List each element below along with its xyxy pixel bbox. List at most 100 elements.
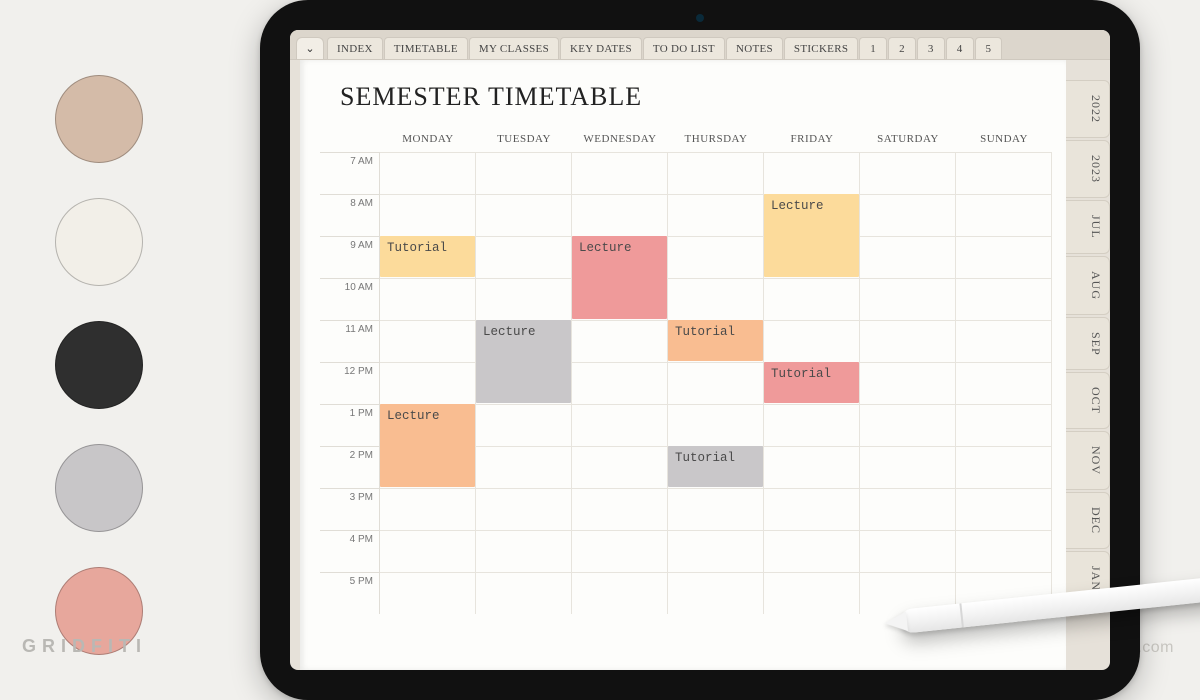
timetable-cell[interactable] [860, 488, 956, 530]
timetable-cell[interactable] [380, 152, 476, 194]
timetable-event[interactable]: Tutorial [668, 320, 763, 361]
timetable-cell[interactable] [476, 530, 572, 572]
swatch-1[interactable] [55, 75, 143, 163]
tab-to-do-list[interactable]: TO DO LIST [643, 37, 725, 59]
timetable-cell[interactable] [476, 152, 572, 194]
timetable-cell[interactable] [860, 404, 956, 446]
timetable-grid[interactable]: 7 AM8 AM9 AM10 AM11 AM12 PM1 PM2 PM3 PM4… [320, 152, 1052, 614]
timetable-cell[interactable] [668, 278, 764, 320]
tab-num-4[interactable]: 4 [946, 37, 974, 59]
chevron-down-icon[interactable]: ⌄ [296, 37, 324, 59]
timetable-cell[interactable] [572, 572, 668, 614]
tab-num-3[interactable]: 3 [917, 37, 945, 59]
timetable-cell[interactable] [860, 446, 956, 488]
color-swatch-list [55, 75, 143, 655]
timetable-event[interactable]: Lecture [572, 236, 667, 319]
timetable-event[interactable]: Tutorial [668, 446, 763, 487]
tab-stickers[interactable]: STICKERS [784, 37, 858, 59]
timetable-cell[interactable] [572, 362, 668, 404]
timetable-cell[interactable] [572, 152, 668, 194]
timetable-cell[interactable] [476, 572, 572, 614]
timetable-cell[interactable] [860, 530, 956, 572]
timetable-cell[interactable] [668, 362, 764, 404]
timetable-cell[interactable] [476, 236, 572, 278]
timetable-cell[interactable] [380, 362, 476, 404]
timetable-cell[interactable] [476, 194, 572, 236]
tab-num-5[interactable]: 5 [975, 37, 1003, 59]
watermark-brand: GRIDFITI [22, 636, 147, 657]
timetable-cell[interactable] [764, 320, 860, 362]
side-tab-dec[interactable]: DEC [1066, 492, 1110, 549]
tab-num-1[interactable]: 1 [859, 37, 887, 59]
side-tab-nov[interactable]: NOV [1066, 431, 1110, 490]
side-tab-oct[interactable]: OCT [1066, 372, 1110, 429]
timetable-event[interactable]: Tutorial [764, 362, 859, 403]
timetable-cell[interactable] [380, 572, 476, 614]
timetable-cell[interactable] [668, 152, 764, 194]
timetable-event[interactable]: Lecture [764, 194, 859, 277]
timetable-cell[interactable] [956, 236, 1052, 278]
side-tab-jul[interactable]: JUL [1066, 200, 1110, 254]
tab-timetable[interactable]: TIMETABLE [384, 37, 468, 59]
timetable-cell[interactable] [860, 236, 956, 278]
timetable-cell[interactable] [668, 572, 764, 614]
timetable-cell[interactable] [956, 278, 1052, 320]
timetable-cell[interactable] [860, 194, 956, 236]
timetable-cell[interactable] [860, 320, 956, 362]
timetable-cell[interactable] [956, 362, 1052, 404]
timetable-cell[interactable] [860, 152, 956, 194]
timetable-cell[interactable] [572, 404, 668, 446]
timetable-cell[interactable] [380, 320, 476, 362]
timetable-cell[interactable] [476, 278, 572, 320]
timetable-cell[interactable] [380, 488, 476, 530]
timetable-cell[interactable] [956, 152, 1052, 194]
timetable-cell[interactable] [668, 236, 764, 278]
swatch-4[interactable] [55, 444, 143, 532]
tab-index[interactable]: INDEX [327, 37, 383, 59]
swatch-3[interactable] [55, 321, 143, 409]
timetable-cell[interactable] [572, 446, 668, 488]
swatch-2[interactable] [55, 198, 143, 286]
timetable-cell[interactable] [476, 488, 572, 530]
timetable-cell[interactable] [956, 194, 1052, 236]
tab-key-dates[interactable]: KEY DATES [560, 37, 642, 59]
tab-notes[interactable]: NOTES [726, 37, 783, 59]
side-tab-2023[interactable]: 2023 [1066, 140, 1110, 198]
timetable-cell[interactable] [956, 404, 1052, 446]
timetable-cell[interactable] [476, 404, 572, 446]
tab-num-2[interactable]: 2 [888, 37, 916, 59]
side-tab-aug[interactable]: AUG [1066, 256, 1110, 315]
timetable-cell[interactable] [668, 530, 764, 572]
timetable-cell[interactable] [764, 404, 860, 446]
timetable-cell[interactable] [956, 530, 1052, 572]
tab-my-classes[interactable]: MY CLASSES [469, 37, 559, 59]
timetable-cell[interactable] [668, 488, 764, 530]
timetable-cell[interactable] [668, 404, 764, 446]
timetable-cell[interactable] [380, 278, 476, 320]
timetable-cell[interactable] [764, 488, 860, 530]
timetable-cell[interactable] [572, 320, 668, 362]
timetable-cell[interactable] [572, 194, 668, 236]
timetable-cell[interactable] [956, 320, 1052, 362]
side-tab-2022[interactable]: 2022 [1066, 80, 1110, 138]
timetable-cell[interactable] [476, 446, 572, 488]
timetable-event[interactable]: Tutorial [380, 236, 475, 277]
timetable-cell[interactable] [764, 152, 860, 194]
timetable-cell[interactable] [764, 446, 860, 488]
timetable-cell[interactable] [380, 194, 476, 236]
time-label: 11 AM [320, 320, 380, 362]
timetable-cell[interactable] [860, 362, 956, 404]
timetable-cell[interactable] [572, 488, 668, 530]
timetable-cell[interactable] [860, 278, 956, 320]
timetable-cell[interactable] [956, 488, 1052, 530]
timetable-cell[interactable] [380, 530, 476, 572]
timetable-event[interactable]: Lecture [476, 320, 571, 403]
side-tab-sep[interactable]: SEP [1066, 317, 1110, 371]
timetable-cell[interactable] [668, 194, 764, 236]
timetable-cell[interactable] [956, 446, 1052, 488]
timetable-cell[interactable] [764, 572, 860, 614]
timetable-cell[interactable] [572, 530, 668, 572]
timetable-cell[interactable] [764, 278, 860, 320]
timetable-event[interactable]: Lecture [380, 404, 475, 487]
timetable-cell[interactable] [764, 530, 860, 572]
